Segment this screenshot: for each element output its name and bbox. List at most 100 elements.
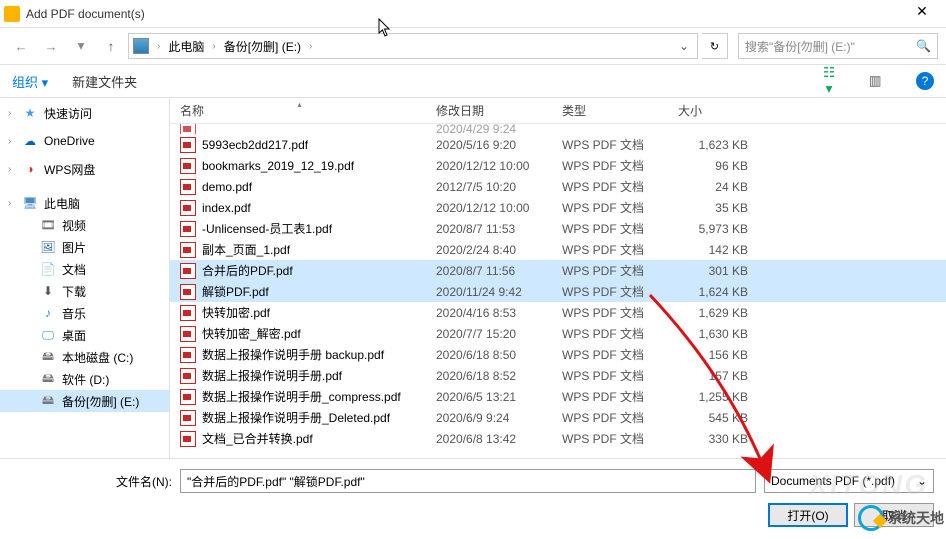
file-size: 5,973 KB	[668, 222, 764, 236]
pdf-icon	[180, 326, 196, 342]
file-size: 1,255 KB	[668, 390, 764, 404]
sidebar-item[interactable]: ›◑WPS网盘	[0, 158, 169, 180]
breadcrumb[interactable]: › 此电脑 › 备份[勿删] (E:) › ⌄	[128, 33, 698, 59]
file-row[interactable]: 数据上报操作说明手册_Deleted.pdf2020/6/9 9:24WPS P…	[170, 407, 946, 428]
sidebar-item[interactable]: 🎞视频	[0, 214, 169, 236]
file-row[interactable]: 快转加密.pdf2020/4/16 8:53WPS PDF 文档1,629 KB	[170, 302, 946, 323]
sort-asc-icon: ▴	[298, 100, 302, 109]
sidebar-item[interactable]: 🖴本地磁盘 (C:)	[0, 346, 169, 368]
sidebar-item[interactable]: 🖵桌面	[0, 324, 169, 346]
col-date[interactable]: 修改日期	[426, 102, 552, 119]
video-icon: 🎞	[40, 217, 56, 233]
expand-icon[interactable]: ›	[8, 164, 11, 175]
sidebar-item[interactable]: › ★ 快速访问	[0, 102, 169, 124]
forward-button[interactable]: →	[38, 33, 64, 59]
new-folder-button[interactable]: 新建文件夹	[72, 72, 137, 91]
pdf-icon	[180, 263, 196, 279]
pdf-icon	[180, 179, 196, 195]
filetype-dropdown[interactable]: Documents PDF (*.pdf) ⌄	[764, 469, 934, 493]
sidebar-item-label: 快速访问	[44, 105, 92, 122]
cloud-icon: ☁	[22, 133, 38, 149]
chevron-right-icon[interactable]: ›	[155, 41, 162, 52]
help-button[interactable]: ?	[916, 72, 934, 90]
cancel-button[interactable]: 取消	[854, 503, 934, 527]
file-row[interactable]: 合并后的PDF.pdf2020/8/7 11:56WPS PDF 文档301 K…	[170, 260, 946, 281]
refresh-button[interactable]: ↻	[702, 33, 728, 59]
file-row[interactable]: 数据上报操作说明手册 backup.pdf2020/6/18 8:50WPS P…	[170, 344, 946, 365]
file-row[interactable]: 快转加密_解密.pdf2020/7/7 15:20WPS PDF 文档1,630…	[170, 323, 946, 344]
back-button[interactable]: ←	[8, 33, 34, 59]
col-size[interactable]: 大小	[668, 102, 764, 119]
file-size: 1,623 KB	[668, 138, 764, 152]
file-type: WPS PDF 文档	[552, 283, 668, 300]
sidebar-item[interactable]: ♪ 音乐	[0, 302, 169, 324]
crumb-dropdown[interactable]: ⌄	[675, 39, 693, 53]
chevron-right-icon[interactable]: ›	[307, 41, 314, 52]
file-row[interactable]: -Unlicensed-员工表1.pdf2020/8/7 11:53WPS PD…	[170, 218, 946, 239]
star-icon: ★	[22, 105, 38, 121]
close-button[interactable]: ✕	[902, 0, 942, 28]
filename-label: 文件名(N):	[12, 473, 172, 490]
filename-input[interactable]	[180, 469, 756, 493]
col-type[interactable]: 类型	[552, 102, 668, 119]
file-row[interactable]: 副本_页面_1.pdf2020/2/24 8:40WPS PDF 文档142 K…	[170, 239, 946, 260]
music-icon: ♪	[40, 305, 56, 321]
file-date: 2020/7/7 15:20	[426, 327, 552, 341]
pc-icon	[133, 38, 149, 54]
file-row[interactable]: 数据上报操作说明手册.pdf2020/6/18 8:52WPS PDF 文档15…	[170, 365, 946, 386]
file-type: WPS PDF 文档	[552, 388, 668, 405]
disk-icon: 🖴	[40, 393, 56, 409]
sidebar-item[interactable]: 📄文档	[0, 258, 169, 280]
file-type: WPS PDF 文档	[552, 157, 668, 174]
file-row[interactable]: 解锁PDF.pdf2020/11/24 9:42WPS PDF 文档1,624 …	[170, 281, 946, 302]
nav-sidebar[interactable]: ›★快速访问›☁OneDrive›◑WPS网盘›🖥此电脑🎞视频🖼图片📄文档⬇下载…	[0, 98, 170, 458]
pdf-icon	[180, 284, 196, 300]
file-row[interactable]: 5993ecb2dd217.pdf2020/5/16 9:20WPS PDF 文…	[170, 134, 946, 155]
file-type: WPS PDF 文档	[552, 304, 668, 321]
file-name: 数据上报操作说明手册_compress.pdf	[202, 388, 401, 405]
expand-icon[interactable]: ›	[8, 198, 11, 209]
sidebar-item-label: 音乐	[62, 305, 86, 322]
pdf-icon	[180, 158, 196, 174]
file-list-area: 名称▴ 修改日期 类型 大小 2020/4/29 9:245993ecb2dd2…	[170, 98, 946, 458]
title-bar: Add PDF document(s) ✕	[0, 0, 946, 28]
chevron-right-icon[interactable]: ›	[210, 41, 217, 52]
file-row[interactable]: index.pdf2020/12/12 10:00WPS PDF 文档35 KB	[170, 197, 946, 218]
crumb-drive[interactable]: 备份[勿删] (E:)	[220, 36, 305, 57]
file-size: 330 KB	[668, 432, 764, 446]
sidebar-item[interactable]: 🖴 备份[勿删] (E:)	[0, 390, 169, 412]
organize-menu[interactable]: 组织 ▾	[12, 72, 48, 91]
sidebar-item[interactable]: ›🖥此电脑	[0, 192, 169, 214]
expand-icon[interactable]: ›	[8, 108, 11, 119]
file-row[interactable]: 数据上报操作说明手册_compress.pdf 2020/6/5 13:21WPS…	[170, 386, 946, 407]
up-button[interactable]: ↑	[98, 33, 124, 59]
open-button[interactable]: 打开(O)	[768, 503, 848, 527]
desk-icon: 🖵	[40, 327, 56, 343]
file-row[interactable]: 文档_已合并转换.pdf2020/6/8 13:42WPS PDF 文档330 …	[170, 428, 946, 449]
file-type: WPS PDF 文档	[552, 367, 668, 384]
recent-button[interactable]: ▾	[68, 33, 94, 59]
file-row[interactable]: 2020/4/29 9:24	[170, 124, 946, 134]
file-type: WPS PDF 文档	[552, 262, 668, 279]
search-input[interactable]: 搜索"备份[勿删] (E:)" 🔍	[738, 33, 938, 59]
file-row[interactable]: demo.pdf2012/7/5 10:20WPS PDF 文档24 KB	[170, 176, 946, 197]
sidebar-item-label: 备份[勿删] (E:)	[62, 393, 139, 410]
sidebar-item[interactable]: 🖼图片	[0, 236, 169, 258]
file-date: 2020/12/12 10:00	[426, 201, 552, 215]
preview-pane-button[interactable]: ▥	[864, 70, 886, 92]
crumb-pc[interactable]: 此电脑	[164, 36, 208, 57]
file-date: 2020/6/18 8:50	[426, 348, 552, 362]
expand-icon[interactable]: ›	[8, 136, 11, 147]
file-list[interactable]: 2020/4/29 9:245993ecb2dd217.pdf2020/5/16…	[170, 124, 946, 458]
sidebar-item-label: 图片	[62, 239, 86, 256]
file-type: WPS PDF 文档	[552, 241, 668, 258]
file-date: 2020/6/5 13:21	[426, 390, 552, 404]
file-name: 解锁PDF.pdf	[202, 283, 269, 300]
file-row[interactable]: bookmarks_2019_12_19.pdf2020/12/12 10:00…	[170, 155, 946, 176]
pdf-icon	[180, 389, 196, 405]
sidebar-item[interactable]: ⬇下载	[0, 280, 169, 302]
sidebar-item[interactable]: ›☁OneDrive	[0, 130, 169, 152]
sidebar-item[interactable]: 🖴软件 (D:)	[0, 368, 169, 390]
col-name[interactable]: 名称▴	[170, 102, 426, 119]
view-mode-button[interactable]: ☷ ▾	[818, 70, 840, 92]
